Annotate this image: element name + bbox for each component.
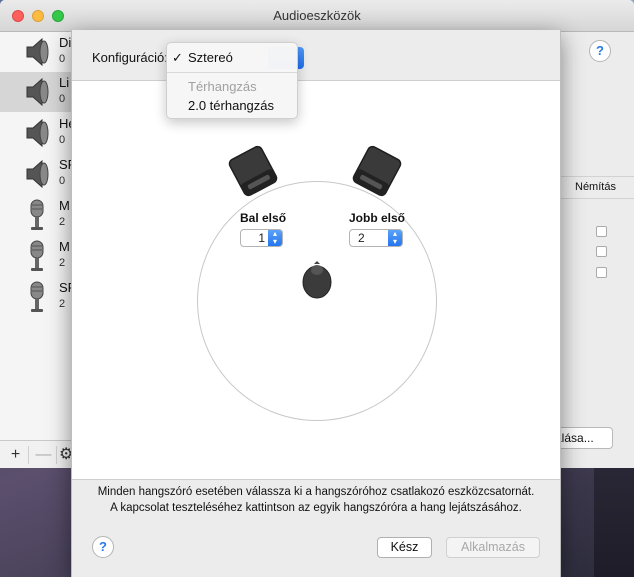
device-item[interactable]: SF 0: [0, 154, 76, 194]
done-button[interactable]: Kész: [377, 537, 432, 558]
microphone-icon: [30, 240, 44, 271]
menu-item-stereo[interactable]: ✓ Sztereó: [167, 48, 297, 68]
divider: [560, 198, 634, 199]
left-front-speaker-icon[interactable]: [227, 145, 279, 197]
device-item[interactable]: SF 2: [0, 277, 76, 317]
configuration-label: Konfiguráció:: [92, 50, 168, 65]
checkmark-icon: ✓: [172, 50, 183, 65]
instructions: Minden hangszóró esetében válassza ki a …: [72, 485, 560, 516]
left-front-label: Bal első: [240, 211, 287, 225]
mute-column-header: Némítás: [575, 181, 616, 193]
device-name: Di: [59, 35, 72, 50]
left-front-channel-select[interactable]: 1 ▴ ▾: [240, 229, 283, 247]
remove-device-button[interactable]: —: [31, 446, 57, 464]
channel-value: 2: [358, 231, 365, 245]
speaker-icon: [26, 37, 49, 67]
device-channels: 0: [59, 53, 66, 65]
device-channels: 2: [59, 257, 66, 269]
menu-item-label: Sztereó: [188, 50, 233, 65]
microphone-icon: [30, 199, 44, 230]
device-channels: 2: [59, 216, 66, 228]
device-item[interactable]: M 2: [0, 195, 72, 235]
menu-item-label: 2.0 térhangzás: [188, 98, 275, 113]
mute-checkbox[interactable]: [596, 267, 607, 278]
chevron-updown-icon: ▴ ▾: [388, 230, 402, 246]
mute-checkbox[interactable]: [596, 226, 607, 237]
device-channels: 0: [59, 93, 66, 105]
device-channels: 0: [59, 134, 66, 146]
instructions-line-2: A kapcsolat teszteléséhez kattintson az …: [110, 501, 522, 514]
microphone-icon: [30, 281, 44, 312]
window-title: Audioeszközök: [273, 8, 361, 23]
menu-separator: [167, 72, 297, 73]
speaker-icon: [26, 159, 49, 189]
speaker-layout-area: Bal első 1 ▴ ▾ Jobb első 2 ▴ ▾: [72, 80, 560, 480]
device-channels: 2: [59, 298, 66, 310]
chevron-updown-icon: ▴ ▾: [268, 230, 282, 246]
device-name: Li: [59, 75, 70, 90]
help-button[interactable]: ?: [589, 40, 611, 62]
speaker-icon: [26, 118, 49, 148]
device-list: Di 0 Li 0 He 0 SF 0 M 2 M 2 SF 2: [0, 32, 76, 440]
menu-item-2-0-surround[interactable]: 2.0 térhangzás: [167, 96, 297, 116]
configure-speakers-sheet: Konfiguráció: Bal első 1 ▴ ▾ Jobb első 2…: [71, 30, 561, 577]
device-item[interactable]: Di 0: [0, 32, 72, 72]
speaker-icon: [26, 77, 49, 107]
device-name: M: [59, 198, 70, 213]
device-item[interactable]: M 2: [0, 236, 72, 276]
title-bar: Audioeszközök: [0, 0, 634, 32]
right-front-label: Jobb első: [349, 211, 406, 225]
listener-head-icon: [302, 261, 332, 299]
device-name: M: [59, 239, 70, 254]
mute-checkbox[interactable]: [596, 246, 607, 257]
right-front-speaker-icon[interactable]: [351, 145, 403, 197]
device-item-selected[interactable]: Li 0: [0, 72, 72, 112]
instructions-line-1: Minden hangszóró esetében válassza ki a …: [97, 486, 535, 498]
add-device-button[interactable]: +: [3, 446, 29, 464]
apply-button[interactable]: Alkalmazás: [446, 537, 540, 558]
sheet-help-button[interactable]: ?: [92, 536, 114, 558]
device-channels: 0: [59, 175, 66, 187]
channel-value: 1: [258, 231, 265, 245]
sidebar-toolbar: + — ⚙: [0, 440, 73, 468]
device-item[interactable]: He 0: [0, 113, 76, 153]
right-front-channel-select[interactable]: 2 ▴ ▾: [349, 229, 403, 247]
menu-section-header: Térhangzás: [188, 79, 257, 94]
configuration-menu: ✓ Sztereó Térhangzás 2.0 térhangzás: [166, 42, 298, 119]
divider: [560, 176, 634, 177]
